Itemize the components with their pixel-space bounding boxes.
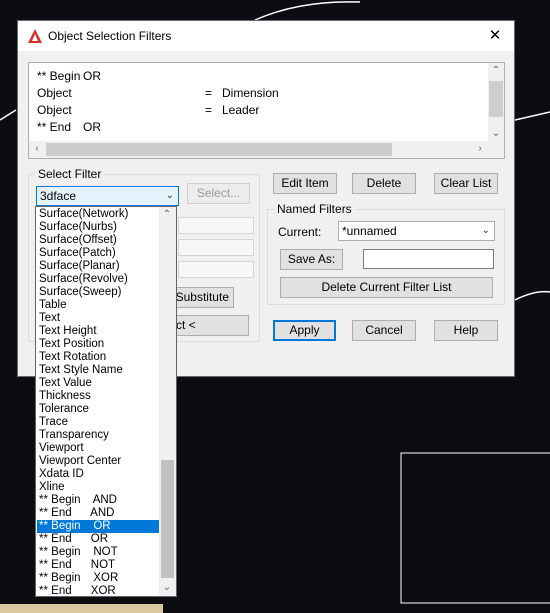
filter-list[interactable]: ** Begin OR Object = Dimension Object = … [28,62,505,159]
dialog-title: Object Selection Filters [48,29,172,43]
dropdown-item[interactable]: Text Style Name [37,364,162,377]
delete-current-filter-list-button[interactable]: Delete Current Filter List [280,277,493,298]
dropdown-item[interactable]: Text Height [37,325,162,338]
dropdown-item[interactable]: Text Value [37,377,162,390]
dropdown-item[interactable]: Thickness [37,390,162,403]
dropdown-item[interactable]: ** Begin AND [37,494,162,507]
filter-type-dropdown-list[interactable]: Surface(Network) Surface(Nurbs) Surface(Of… [35,206,177,597]
dropdown-item[interactable]: Viewport Center [37,455,162,468]
title-bar[interactable]: Object Selection Filters ✕ [18,21,514,51]
x-value-field[interactable] [178,217,254,234]
filter-row-value: Dimension [222,86,279,100]
delete-button[interactable]: Delete [352,173,416,194]
vertical-scrollbar[interactable]: ⌃ ⌄ [488,63,504,142]
filter-row-operator: OR [83,120,101,134]
dropdown-item[interactable]: Text Position [37,338,162,351]
scroll-left-icon[interactable]: ‹ [29,141,45,157]
y-value-field[interactable] [178,239,254,256]
dropdown-item[interactable]: ** End OR [37,533,162,546]
dropdown-item[interactable]: ** End XOR [37,585,162,596]
save-as-name-input[interactable] [363,249,494,269]
autocad-logo-icon [28,29,42,43]
substitute-button[interactable]: Substitute [171,287,234,308]
scrollbar-corner [488,141,504,158]
named-filters-label: Named Filters [274,202,355,216]
dropdown-item[interactable]: Surface(Offset) [37,234,162,247]
scroll-down-icon[interactable]: ⌄ [159,580,175,596]
filter-row-equals: = [205,86,213,100]
scroll-thumb[interactable] [489,81,503,117]
dropdown-item[interactable]: Surface(Sweep) [37,286,162,299]
filter-row-equals: = [205,103,213,117]
dropdown-item[interactable]: Surface(Patch) [37,247,162,260]
save-as-button[interactable]: Save As: [280,249,343,270]
dropdown-item[interactable]: Tolerance [37,403,162,416]
z-value-field[interactable] [178,261,254,278]
filter-row-operator: OR [83,69,101,83]
scroll-up-icon[interactable]: ⌃ [488,63,504,79]
filter-row-value: Leader [222,103,260,117]
filter-row-type: ** Begin [37,69,81,83]
canvas-shape [0,604,163,613]
current-filter-value: *unnamed [342,224,397,238]
dropdown-item[interactable]: Viewport [37,442,162,455]
scroll-thumb[interactable] [161,460,174,578]
close-button[interactable]: ✕ [480,24,510,48]
close-icon: ✕ [488,27,502,44]
edit-item-button[interactable]: Edit Item [273,173,337,194]
current-filter-combo[interactable]: *unnamed ⌄ [338,221,495,241]
filter-type-combo[interactable]: 3dface ⌄ [36,186,179,206]
filter-row-type: ** End [37,120,72,134]
chevron-down-icon: ⌄ [481,225,490,236]
current-label: Current: [278,225,322,239]
dropdown-item[interactable]: Surface(Planar) [37,260,162,273]
dropdown-item[interactable]: ** Begin XOR [37,572,162,585]
scroll-down-icon[interactable]: ⌄ [488,126,504,142]
dropdown-item[interactable]: Table [37,299,162,312]
help-button[interactable]: Help [434,320,498,341]
select-filter-label: Select Filter [35,167,105,181]
dropdown-item[interactable]: Transparency [37,429,162,442]
dropdown-scrollbar[interactable]: ⌃ ⌄ [159,207,176,596]
dropdown-item[interactable]: Surface(Nurbs) [37,221,162,234]
dropdown-item[interactable]: Surface(Network) [37,208,162,221]
dropdown-item[interactable]: Trace [37,416,162,429]
cancel-button[interactable]: Cancel [352,320,416,341]
dropdown-item[interactable]: ** End NOT [37,559,162,572]
horizontal-scrollbar[interactable]: ‹ › [29,141,488,158]
filter-type-value: 3dface [40,189,77,203]
dropdown-item[interactable]: Xdata ID [37,468,162,481]
add-selected-object-button[interactable]: ct < [171,315,249,336]
dropdown-item[interactable]: ** Begin NOT [37,546,162,559]
clear-list-button[interactable]: Clear List [434,173,498,194]
dropdown-item[interactable]: ** End AND [37,507,162,520]
scroll-thumb[interactable] [46,143,392,156]
dropdown-item[interactable]: Surface(Revolve) [37,273,162,286]
dropdown-item[interactable]: Text [37,312,162,325]
scroll-up-icon[interactable]: ⌃ [159,207,175,223]
filter-row-type: Object [37,103,72,117]
dropdown-item[interactable]: ** Begin OR [37,520,162,533]
chevron-down-icon: ⌄ [165,190,174,201]
filter-row-type: Object [37,86,72,100]
select-button[interactable]: Select... [187,183,250,204]
dropdown-item[interactable]: Xline [37,481,162,494]
scroll-right-icon[interactable]: › [472,141,488,157]
apply-button[interactable]: Apply [273,320,336,341]
dropdown-item[interactable]: Text Rotation [37,351,162,364]
